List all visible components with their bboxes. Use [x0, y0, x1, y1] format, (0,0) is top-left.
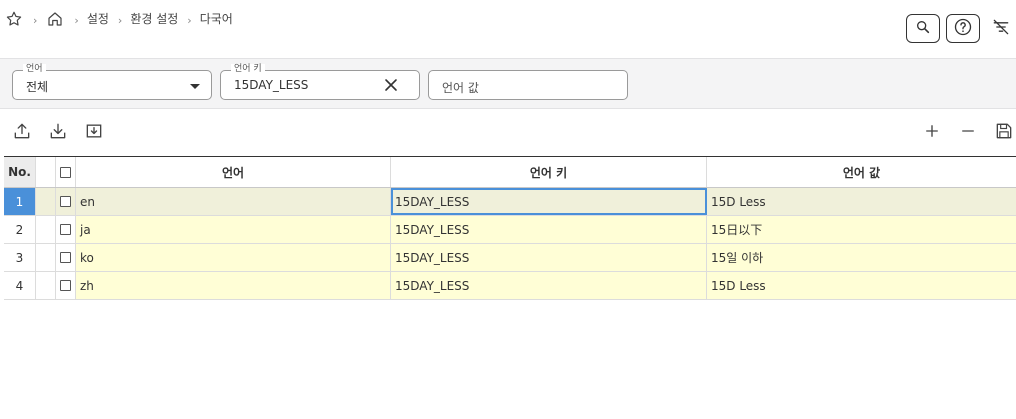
help-button[interactable]	[946, 13, 980, 43]
table-row[interactable]: 3 ko 15DAY_LESS 15일 이하	[4, 244, 1016, 272]
column-header-language-value[interactable]: 언어 값	[707, 157, 1016, 187]
language-key-field[interactable]: 언어 키 15DAY_LESS	[220, 64, 420, 100]
column-header-language-key[interactable]: 언어 키	[391, 157, 707, 187]
row-checkbox[interactable]	[56, 216, 76, 243]
save-icon[interactable]	[993, 120, 1015, 142]
cell-language-key[interactable]: 15DAY_LESS	[391, 272, 707, 299]
select-all-checkbox[interactable]	[56, 157, 76, 187]
row-state	[36, 188, 56, 215]
row-state	[36, 216, 56, 243]
cell-language-value[interactable]: 15일 이하	[707, 244, 1016, 271]
checkbox-icon	[60, 196, 71, 207]
upload-icon[interactable]	[11, 120, 33, 142]
star-icon[interactable]	[4, 9, 24, 29]
column-header-no[interactable]: No.	[4, 157, 36, 187]
checkbox-icon	[60, 224, 71, 235]
breadcrumb-separator: ›	[117, 13, 123, 27]
grid-header-row: No. 언어 언어 키 언어 값	[4, 157, 1016, 188]
cell-language-key[interactable]: 15DAY_LESS	[391, 216, 707, 243]
breadcrumb-separator: ›	[187, 13, 192, 27]
checkbox-icon	[60, 280, 71, 291]
row-checkbox[interactable]	[56, 272, 76, 299]
checkbox-icon	[60, 166, 71, 178]
cell-language-key[interactable]: 15DAY_LESS	[391, 188, 707, 215]
column-header-state	[36, 157, 56, 187]
table-row[interactable]: 2 ja 15DAY_LESS 15日以下	[4, 216, 1016, 244]
cell-language-value[interactable]: 15D Less	[707, 272, 1016, 299]
language-select-value: 전체	[26, 80, 49, 94]
cell-language[interactable]: ja	[76, 216, 391, 243]
table-row[interactable]: 1 en 15DAY_LESS 15D Less	[4, 188, 1016, 216]
row-state	[36, 272, 56, 299]
row-number: 3	[4, 244, 36, 271]
language-value-placeholder: 언어 값	[442, 81, 479, 95]
breadcrumb-separator: ›	[74, 13, 79, 27]
search-panel: 언어 전체 언어 키 15DAY_LESS 언어 값	[0, 58, 1016, 109]
row-number: 2	[4, 216, 36, 243]
cell-language-key[interactable]: 15DAY_LESS	[391, 244, 707, 271]
row-number: 1	[4, 188, 36, 215]
checkbox-icon	[60, 252, 71, 263]
breadcrumb-item-environment-settings[interactable]: 환경 설정	[130, 10, 178, 27]
clear-icon[interactable]	[383, 77, 399, 93]
breadcrumb-separator: ›	[33, 13, 38, 27]
language-select-label: 언어	[23, 64, 46, 75]
remove-row-icon[interactable]	[957, 120, 979, 142]
filter-clear-button[interactable]	[986, 13, 1016, 43]
row-checkbox[interactable]	[56, 244, 76, 271]
download-template-icon[interactable]	[83, 120, 105, 142]
breadcrumb-item-multilanguage: 다국어	[199, 11, 233, 26]
cell-language[interactable]: ko	[76, 244, 391, 271]
cell-language-value[interactable]: 15日以下	[707, 216, 1016, 243]
language-key-label: 언어 키	[231, 64, 265, 75]
cell-language[interactable]: zh	[76, 272, 391, 299]
cell-language-value[interactable]: 15D Less	[707, 188, 1016, 215]
row-number: 4	[4, 272, 36, 299]
help-icon	[953, 17, 973, 40]
column-header-language[interactable]: 언어	[76, 157, 391, 187]
row-state	[36, 244, 56, 271]
top-bar: › › 설정 › 환경 설정 › 다국어	[0, 0, 1016, 58]
breadcrumb: › › 설정 › 환경 설정 › 다국어	[4, 8, 233, 30]
add-row-icon[interactable]	[921, 120, 943, 142]
filter-clear-icon	[991, 17, 1011, 40]
table-row[interactable]: 4 zh 15DAY_LESS 15D Less	[4, 272, 1016, 300]
top-actions	[906, 13, 1016, 43]
home-icon[interactable]	[45, 9, 65, 29]
search-button[interactable]	[906, 13, 940, 43]
search-icon	[915, 19, 931, 38]
breadcrumb-item-settings[interactable]: 설정	[87, 10, 109, 27]
language-key-value: 15DAY_LESS	[234, 78, 309, 92]
language-value-field[interactable]: 언어 값	[428, 70, 628, 100]
download-icon[interactable]	[47, 120, 69, 142]
chevron-down-icon[interactable]	[190, 84, 200, 89]
grid-toolbar	[0, 116, 1016, 146]
language-select[interactable]: 언어 전체	[12, 64, 212, 100]
cell-language[interactable]: en	[76, 188, 391, 215]
row-checkbox[interactable]	[56, 188, 76, 215]
language-grid: No. 언어 언어 키 언어 값 1 en 15DAY_LESS 15D Les…	[4, 156, 1016, 300]
